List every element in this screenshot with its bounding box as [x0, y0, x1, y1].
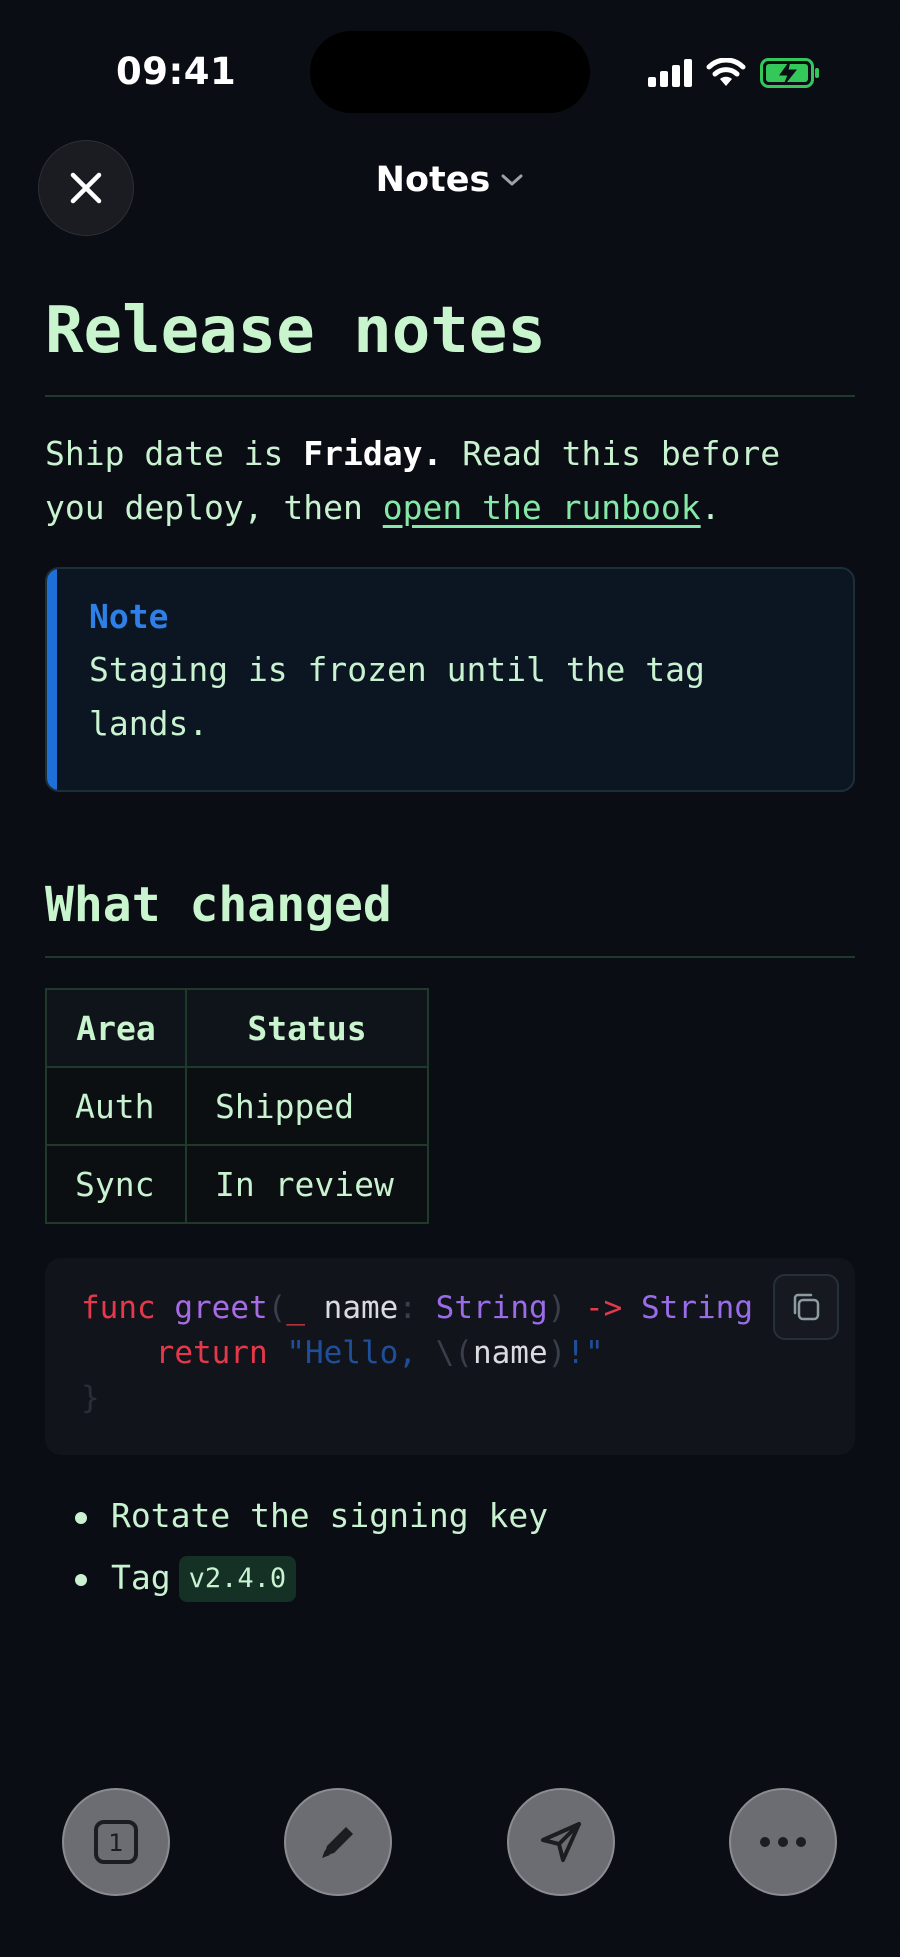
code-punct: ( [267, 1290, 287, 1326]
code-arrow: -> [585, 1290, 623, 1326]
document-content: Release notes Ship date is Friday. Read … [45, 285, 855, 1609]
more-icon [760, 1837, 806, 1847]
code-type: String [641, 1290, 753, 1326]
table-header-area: Area [45, 988, 187, 1068]
bottom-toolbar: 1 [0, 1788, 900, 1898]
tabs-count: 1 [108, 1829, 123, 1857]
intro-text: Ship date is [45, 434, 304, 473]
header: Notes [0, 130, 900, 250]
copy-icon [793, 1293, 820, 1321]
edit-button[interactable] [284, 1788, 392, 1896]
more-button[interactable] [729, 1788, 837, 1896]
code-punct: ) [547, 1290, 567, 1326]
status-icons [648, 58, 820, 88]
list-item: Rotate the signing key [75, 1485, 855, 1547]
code-keyword: func [81, 1290, 156, 1326]
code-block: func greet(_ name: String) -> String ret… [45, 1258, 855, 1455]
code-punct: \( [435, 1335, 473, 1371]
intro-bold: Friday. [303, 434, 443, 473]
copy-button[interactable] [773, 1274, 839, 1340]
list-item-text: Tag [111, 1558, 171, 1597]
code-string: "Hello, [286, 1335, 436, 1371]
table-row: Sync In review [45, 1144, 429, 1224]
chevron-down-icon [501, 174, 523, 186]
table-cell: Auth [45, 1066, 187, 1146]
intro-period: . [700, 488, 721, 527]
code-brace: } [81, 1380, 100, 1416]
screen: 09:41 Notes Release notes Ship date is F… [0, 0, 900, 1957]
wifi-icon [706, 58, 746, 86]
header-title: Notes [375, 160, 491, 200]
callout-body: Staging is frozen until the tag lands. [89, 650, 705, 743]
table-cell: Shipped [185, 1066, 429, 1146]
tabs-button[interactable]: 1 [62, 1788, 170, 1896]
send-button[interactable] [507, 1788, 615, 1896]
pencil-icon [322, 1827, 353, 1858]
section-heading: What changed [45, 872, 855, 958]
table-cell: In review [185, 1144, 429, 1224]
send-icon [541, 1822, 581, 1862]
code-punct: ) [547, 1335, 567, 1371]
tabs-icon: 1 [94, 1820, 138, 1864]
cellular-signal-icon [648, 59, 692, 87]
code-param: name [323, 1290, 399, 1326]
table-header-status: Status [185, 988, 429, 1068]
notes-menu-button[interactable]: Notes [0, 160, 900, 200]
intro-paragraph: Ship date is Friday. Read this before yo… [45, 427, 855, 535]
code-function: greet [174, 1290, 268, 1326]
code-string: !" [566, 1335, 604, 1371]
note-callout: Note Staging is frozen until the tag lan… [45, 567, 855, 792]
table-row: Auth Shipped [45, 1066, 429, 1146]
battery-charging-icon [760, 58, 819, 88]
bullet-list: Rotate the signing key Tag v2.4.0 [45, 1485, 855, 1609]
table-cell: Sync [45, 1144, 187, 1224]
table-header-row: Area Status [45, 988, 429, 1068]
page-title: Release notes [45, 285, 855, 397]
changes-table: Area Status Auth Shipped Sync In review [45, 988, 429, 1224]
code-interp: name [472, 1335, 548, 1371]
code-keyword: return [155, 1335, 268, 1371]
code-punct: : [398, 1290, 417, 1326]
callout-title: Note [89, 597, 169, 636]
inline-code-tag: v2.4.0 [178, 1556, 297, 1602]
code-underscore: _ [286, 1290, 305, 1326]
status-time: 09:41 [116, 50, 237, 93]
code-type: String [435, 1290, 548, 1326]
list-item: Tag v2.4.0 [75, 1547, 855, 1609]
dynamic-island [310, 31, 590, 113]
runbook-link[interactable]: open the runbook [383, 488, 701, 527]
